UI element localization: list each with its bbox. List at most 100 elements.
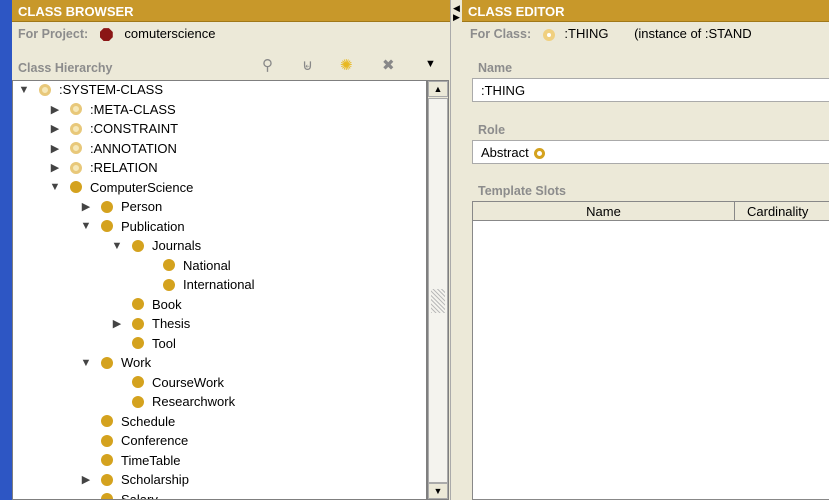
tree-node[interactable]: TimeTable [79, 451, 180, 470]
template-slots-label: Template Slots [478, 184, 566, 198]
tree-node-label: CourseWork [152, 374, 225, 390]
class-icon [542, 28, 555, 41]
splitter-arrows-icon[interactable]: ◀ ▶ [453, 4, 462, 22]
tree-node[interactable]: CourseWork [110, 373, 224, 392]
tree-node[interactable]: ▼ ComputerScience [48, 178, 194, 197]
tree-node[interactable]: International [141, 275, 255, 294]
tree-node-label: :META-CLASS [90, 101, 176, 117]
scroll-grip [431, 289, 445, 313]
tree-node[interactable]: Conference [79, 431, 188, 450]
class-icon [132, 376, 144, 388]
tree-node-label: :SYSTEM-CLASS [59, 82, 164, 97]
project-line: For Project: comuterscience [18, 26, 215, 42]
class-editor-header: CLASS EDITOR [462, 0, 829, 22]
collapsed-arrow-icon[interactable]: ▶ [48, 122, 62, 135]
tree-node-label: National [183, 257, 231, 273]
tree-node[interactable]: ▶ :META-CLASS [48, 100, 176, 119]
instance-of: (instance of :STAND [634, 26, 752, 41]
class-hierarchy-label: Class Hierarchy [18, 61, 113, 75]
system-class-icon [70, 161, 82, 174]
expanded-arrow-icon[interactable]: ▼ [17, 84, 31, 96]
class-icon [101, 220, 113, 232]
tree-node[interactable]: ▶ :ANNOTATION [48, 139, 177, 158]
tree-node[interactable]: ▼ :SYSTEM-CLASS [17, 81, 164, 99]
add-superclass-icon[interactable]: ⊌ [302, 56, 313, 74]
tree-node-label: ComputerScience [90, 179, 194, 195]
class-icon [132, 337, 144, 349]
class-icon [132, 395, 144, 408]
window-edge [0, 0, 12, 500]
collapsed-arrow-icon[interactable]: ▶ [79, 200, 93, 213]
class-icon [163, 259, 175, 271]
role-select[interactable]: Abstract [472, 140, 829, 164]
name-field[interactable]: :THING [472, 78, 829, 102]
system-class-icon [70, 103, 82, 115]
project-icon [99, 28, 113, 42]
class-icon [70, 181, 82, 193]
tree-node-label: International [183, 277, 255, 292]
create-class-icon[interactable]: ✺ [340, 56, 353, 74]
class-tree[interactable]: ▼:SYSTEM-CLASS ▶:META-CLASS ▶:CONSTRAINT ▶:… [12, 80, 427, 500]
collapsed-arrow-icon[interactable]: ▶ [48, 161, 62, 174]
menu-dropdown-icon[interactable]: ▼ [425, 58, 436, 70]
tree-node[interactable]: ▼ Work [79, 353, 152, 372]
tree-node[interactable]: ▶ :RELATION [48, 158, 158, 177]
tree-node[interactable]: Researchwork [110, 392, 235, 411]
class-name: :THING [564, 26, 609, 41]
scroll-thumb[interactable] [428, 98, 448, 483]
class-icon [101, 473, 113, 486]
delete-class-icon[interactable]: ✖ [382, 56, 395, 74]
tree-node-label: Tool [152, 335, 176, 351]
expanded-arrow-icon[interactable]: ▼ [110, 240, 124, 252]
tree-node-label: Book [152, 296, 182, 312]
tree-node[interactable]: Salary [79, 490, 158, 500]
collapsed-arrow-icon[interactable]: ▶ [48, 142, 62, 155]
template-slots-table[interactable]: Name Cardinality [472, 201, 829, 500]
tree-node-label: Conference [121, 433, 189, 448]
tree-node-label: TimeTable [121, 452, 181, 468]
tree-node[interactable]: ▼ Journals [110, 236, 202, 255]
tree-node-label: Thesis [152, 316, 191, 331]
class-icon [101, 356, 113, 369]
class-icon [101, 200, 113, 213]
role-value: Abstract [481, 145, 529, 160]
find-class-icon[interactable]: ⚲ [262, 56, 273, 74]
class-icon [132, 239, 144, 252]
class-icon [101, 454, 113, 466]
tree-node[interactable]: ▶ Scholarship [79, 470, 189, 489]
tree-node[interactable]: ▶ Person [79, 197, 162, 216]
collapsed-arrow-icon[interactable]: ▶ [79, 473, 93, 486]
system-class-icon [70, 142, 82, 154]
tree-node[interactable]: ▼ Publication [79, 217, 185, 236]
tree-node-label: :RELATION [90, 160, 158, 175]
tree-node-label: Salary [121, 491, 158, 500]
class-browser-header: CLASS BROWSER [12, 0, 450, 22]
for-class-label: For Class: [470, 27, 532, 41]
tree-node[interactable]: Schedule [79, 412, 175, 431]
expanded-arrow-icon[interactable]: ▼ [79, 357, 93, 369]
column-header-name[interactable]: Name [473, 202, 735, 220]
tree-node-label: Person [121, 199, 163, 214]
tree-node[interactable]: Tool [110, 334, 176, 353]
system-class-icon [39, 83, 51, 96]
collapsed-arrow-icon[interactable]: ▶ [48, 103, 62, 116]
role-label: Role [478, 123, 506, 137]
tree-scrollbar[interactable]: ▲ ▼ [427, 80, 449, 500]
column-header-cardinality[interactable]: Cardinality [735, 202, 808, 220]
scroll-down-button[interactable]: ▼ [428, 483, 448, 499]
splitter[interactable]: ◀ ▶ [450, 0, 462, 500]
tree-node[interactable]: ▶:CONSTRAINT [48, 119, 178, 138]
tree-node[interactable]: Book [110, 295, 182, 314]
class-icon [132, 298, 144, 310]
tree-node-label: Journals [152, 238, 202, 253]
expanded-arrow-icon[interactable]: ▼ [79, 220, 93, 232]
expanded-arrow-icon[interactable]: ▼ [48, 181, 62, 193]
tree-node-label: Researchwork [152, 394, 236, 409]
tree-node-label: :ANNOTATION [90, 140, 177, 156]
system-class-icon [70, 122, 82, 135]
class-icon [101, 434, 113, 447]
tree-node[interactable]: ▶ Thesis [110, 314, 191, 333]
tree-node[interactable]: National [141, 256, 231, 275]
scroll-up-button[interactable]: ▲ [428, 81, 448, 97]
collapsed-arrow-icon[interactable]: ▶ [110, 317, 124, 330]
